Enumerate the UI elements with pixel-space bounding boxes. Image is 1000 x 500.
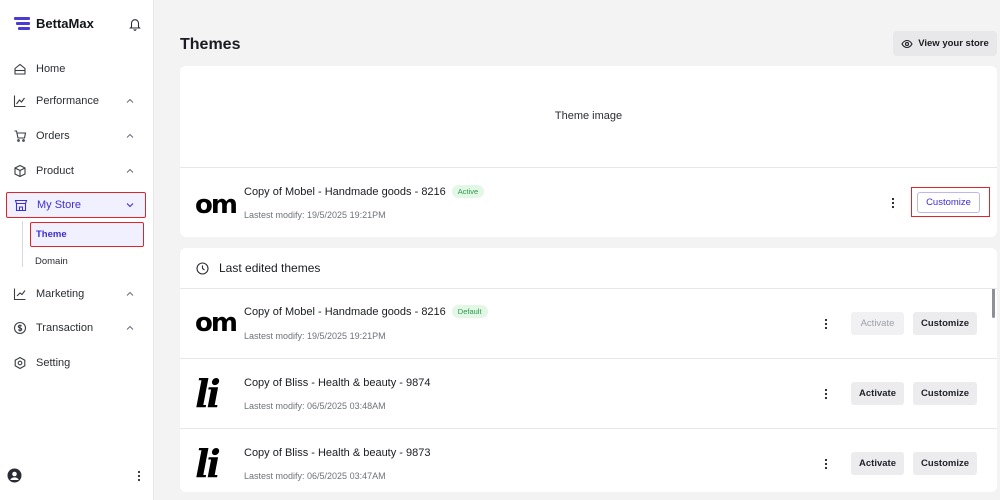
status-badge: Active xyxy=(451,185,485,198)
theme-modified: Lastest modify: 19/5/2025 19:21PM xyxy=(244,331,386,341)
view-store-label: View your store xyxy=(918,38,989,49)
sidebar-item-my-store[interactable]: My Store xyxy=(6,192,146,218)
store-icon xyxy=(14,199,28,212)
more-vertical-icon[interactable] xyxy=(821,457,831,471)
gear-icon xyxy=(14,356,26,370)
default-badge: Default xyxy=(451,305,488,318)
clock-icon xyxy=(196,261,209,275)
view-store-button[interactable]: View your store xyxy=(893,31,997,56)
more-vertical-icon[interactable] xyxy=(821,317,831,331)
sidebar-item-label: Setting xyxy=(36,357,71,369)
sidebar-item-label: My Store xyxy=(37,199,82,211)
box-icon xyxy=(14,164,26,178)
sidebar-item-home[interactable]: Home xyxy=(6,56,146,82)
more-vertical-icon[interactable] xyxy=(888,196,898,210)
sidebar-item-performance[interactable]: Performance xyxy=(6,88,146,114)
chevron-down-icon xyxy=(126,203,134,208)
brand-logo-icon xyxy=(14,16,30,30)
theme-logo: om xyxy=(195,311,237,337)
theme-name: Copy of Mobel - Handmade goods - 8216 xyxy=(244,305,446,318)
theme-title: Copy of Bliss - Health & beauty - 9873 xyxy=(244,447,430,459)
activate-button[interactable]: Activate xyxy=(851,382,904,405)
activate-button[interactable]: Activate xyxy=(851,312,904,335)
chevron-up-icon xyxy=(126,325,134,330)
sidebar: BettaMax Home Performance Orders Product… xyxy=(0,0,154,500)
scrollbar[interactable] xyxy=(992,288,995,318)
customize-button[interactable]: Customize xyxy=(913,312,977,335)
sidebar-item-orders[interactable]: Orders xyxy=(6,123,146,149)
chevron-up-icon xyxy=(126,168,134,173)
theme-name: Copy of Bliss - Health & beauty - 9874 xyxy=(244,377,431,389)
last-edited-card: Last edited themes om Copy of Mobel - Ha… xyxy=(180,248,997,492)
divider xyxy=(180,288,997,289)
divider xyxy=(180,358,997,359)
customize-button[interactable]: Customize xyxy=(913,382,977,405)
chevron-up-icon xyxy=(126,133,134,138)
sidebar-item-label: Transaction xyxy=(36,322,94,334)
more-vertical-icon[interactable] xyxy=(821,387,831,401)
theme-logo: om xyxy=(195,193,237,219)
theme-title: Copy of Bliss - Health & beauty - 9874 xyxy=(244,377,430,389)
megaphone-icon xyxy=(13,288,26,301)
theme-title: Copy of Mobel - Handmade goods - 8216 Ac… xyxy=(244,185,485,198)
divider xyxy=(180,167,997,168)
user-avatar-icon[interactable] xyxy=(7,468,22,483)
sidebar-item-label: Marketing xyxy=(36,288,85,300)
dollar-icon xyxy=(13,321,27,335)
theme-logo: li xyxy=(195,375,221,415)
theme-name: Copy of Mobel - Handmade goods - 8216 xyxy=(244,185,446,198)
divider xyxy=(180,428,997,429)
eye-icon xyxy=(901,39,913,48)
sidebar-subitem-domain[interactable]: Domain xyxy=(30,249,144,274)
theme-logo: li xyxy=(195,445,221,485)
brand[interactable]: BettaMax xyxy=(14,16,94,31)
theme-modified: Lastest modify: 19/5/2025 19:21PM xyxy=(244,210,386,220)
sidebar-item-setting[interactable]: Setting xyxy=(6,350,146,376)
home-icon xyxy=(14,63,26,75)
current-theme-card: Theme image om Copy of Mobel - Handmade … xyxy=(180,66,997,237)
sidebar-item-label: Performance xyxy=(36,95,99,107)
chevron-up-icon xyxy=(126,291,134,296)
theme-image-placeholder: Theme image xyxy=(554,110,623,122)
customize-button[interactable]: Customize xyxy=(917,192,980,213)
cart-icon xyxy=(14,130,27,142)
sidebar-subitem-theme[interactable]: Theme xyxy=(30,222,144,247)
theme-name: Copy of Bliss - Health & beauty - 9873 xyxy=(244,447,431,459)
chevron-up-icon xyxy=(126,98,134,103)
more-vertical-icon[interactable] xyxy=(133,469,145,483)
submenu-line xyxy=(22,221,23,267)
sidebar-item-label: Orders xyxy=(36,130,70,142)
brand-name: BettaMax xyxy=(36,16,94,31)
sidebar-subitem-label: Theme xyxy=(36,229,67,240)
theme-title: Copy of Mobel - Handmade goods - 8216 De… xyxy=(244,305,488,318)
sidebar-item-label: Home xyxy=(36,63,66,75)
theme-modified: Lastest modify: 06/5/2025 03:48AM xyxy=(244,401,386,411)
list-title: Last edited themes xyxy=(219,261,321,275)
list-header: Last edited themes xyxy=(196,261,320,275)
sidebar-item-marketing[interactable]: Marketing xyxy=(6,281,146,307)
customize-button[interactable]: Customize xyxy=(913,452,977,475)
sidebar-item-label: Product xyxy=(36,165,74,177)
bell-icon[interactable] xyxy=(128,17,142,31)
sidebar-item-product[interactable]: Product xyxy=(6,158,146,184)
chart-icon xyxy=(13,95,26,108)
activate-button[interactable]: Activate xyxy=(851,452,904,475)
sidebar-subitem-label: Domain xyxy=(35,256,68,267)
theme-modified: Lastest modify: 06/5/2025 03:47AM xyxy=(244,471,386,481)
page-title: Themes xyxy=(180,36,241,53)
sidebar-item-transaction[interactable]: Transaction xyxy=(6,315,146,341)
